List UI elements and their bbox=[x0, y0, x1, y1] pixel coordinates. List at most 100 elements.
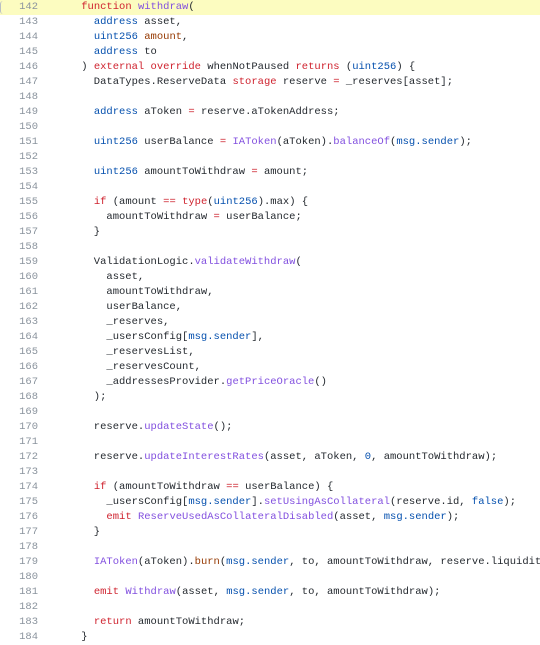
line-content[interactable]: } bbox=[46, 525, 540, 540]
code-line[interactable]: 155 if (amount == type(uint256).max) { bbox=[0, 195, 540, 210]
line-content[interactable] bbox=[46, 405, 540, 420]
code-line[interactable]: 167 _addressesProvider.getPriceOracle() bbox=[0, 375, 540, 390]
line-content[interactable]: _reservesCount, bbox=[46, 360, 540, 375]
line-content[interactable]: amountToWithdraw, bbox=[46, 285, 540, 300]
line-number[interactable]: 154 bbox=[0, 180, 46, 195]
code-line[interactable]: 176 emit ReserveUsedAsCollateralDisabled… bbox=[0, 510, 540, 525]
code-line[interactable]: 148 bbox=[0, 90, 540, 105]
line-content[interactable]: uint256 amount, bbox=[46, 30, 540, 45]
line-number[interactable]: 171 bbox=[0, 435, 46, 450]
code-line[interactable]: 143 address asset, bbox=[0, 15, 540, 30]
line-content[interactable]: emit ReserveUsedAsCollateralDisabled(ass… bbox=[46, 510, 540, 525]
line-content[interactable] bbox=[46, 570, 540, 585]
line-number[interactable]: 151 bbox=[0, 135, 46, 150]
line-number[interactable]: 177 bbox=[0, 525, 46, 540]
code-line[interactable]: 157 } bbox=[0, 225, 540, 240]
line-content[interactable] bbox=[46, 120, 540, 135]
line-number[interactable]: 165 bbox=[0, 345, 46, 360]
code-line[interactable]: 168 ); bbox=[0, 390, 540, 405]
line-content[interactable]: _addressesProvider.getPriceOracle() bbox=[46, 375, 540, 390]
line-content[interactable]: } bbox=[46, 630, 540, 645]
code-line[interactable]: 179 IAToken(aToken).burn(msg.sender, to,… bbox=[0, 555, 540, 570]
line-content[interactable]: if (amount == type(uint256).max) { bbox=[46, 195, 540, 210]
line-number[interactable]: 158 bbox=[0, 240, 46, 255]
line-number[interactable]: 174 bbox=[0, 480, 46, 495]
line-content[interactable] bbox=[46, 90, 540, 105]
line-content[interactable]: DataTypes.ReserveData storage reserve = … bbox=[46, 75, 540, 90]
code-line[interactable]: 177 } bbox=[0, 525, 540, 540]
code-line[interactable]: 158 bbox=[0, 240, 540, 255]
line-content[interactable]: userBalance, bbox=[46, 300, 540, 315]
code-line[interactable]: 164 _usersConfig[msg.sender], bbox=[0, 330, 540, 345]
line-number[interactable]: 143 bbox=[0, 15, 46, 30]
line-content[interactable] bbox=[46, 540, 540, 555]
line-content[interactable]: asset, bbox=[46, 270, 540, 285]
code-line[interactable]: 180 bbox=[0, 570, 540, 585]
line-content[interactable] bbox=[46, 180, 540, 195]
line-number[interactable]: 173 bbox=[0, 465, 46, 480]
line-content[interactable]: address to bbox=[46, 45, 540, 60]
line-content[interactable]: ) external override whenNotPaused return… bbox=[46, 60, 540, 75]
code-line[interactable]: 150 bbox=[0, 120, 540, 135]
line-content[interactable] bbox=[46, 240, 540, 255]
line-content[interactable]: ); bbox=[46, 390, 540, 405]
line-number[interactable]: 153 bbox=[0, 165, 46, 180]
line-content[interactable]: } bbox=[46, 225, 540, 240]
line-content[interactable]: uint256 userBalance = IAToken(aToken).ba… bbox=[46, 135, 540, 150]
code-line[interactable]: 182 bbox=[0, 600, 540, 615]
code-line[interactable]: 178 bbox=[0, 540, 540, 555]
line-number[interactable]: 181 bbox=[0, 585, 46, 600]
line-number[interactable]: 184 bbox=[0, 630, 46, 645]
line-content[interactable] bbox=[46, 465, 540, 480]
code-line[interactable]: 147 DataTypes.ReserveData storage reserv… bbox=[0, 75, 540, 90]
line-number[interactable]: 152 bbox=[0, 150, 46, 165]
code-line[interactable]: 144 uint256 amount, bbox=[0, 30, 540, 45]
line-number[interactable]: 148 bbox=[0, 90, 46, 105]
line-number[interactable]: 159 bbox=[0, 255, 46, 270]
code-line[interactable]: 175 _usersConfig[msg.sender].setUsingAsC… bbox=[0, 495, 540, 510]
line-number[interactable]: 169 bbox=[0, 405, 46, 420]
line-content[interactable] bbox=[46, 600, 540, 615]
code-line[interactable]: 163 _reserves, bbox=[0, 315, 540, 330]
line-content[interactable]: address aToken = reserve.aTokenAddress; bbox=[46, 105, 540, 120]
line-content[interactable]: address asset, bbox=[46, 15, 540, 30]
line-content[interactable]: _reservesList, bbox=[46, 345, 540, 360]
code-line[interactable]: 181 emit Withdraw(asset, msg.sender, to,… bbox=[0, 585, 540, 600]
line-number[interactable]: 166 bbox=[0, 360, 46, 375]
code-line[interactable]: 174 if (amountToWithdraw == userBalance)… bbox=[0, 480, 540, 495]
code-line[interactable]: 160 asset, bbox=[0, 270, 540, 285]
line-number[interactable]: 178 bbox=[0, 540, 46, 555]
line-number[interactable]: 162 bbox=[0, 300, 46, 315]
line-content[interactable]: amountToWithdraw = userBalance; bbox=[46, 210, 540, 225]
code-line[interactable]: 149 address aToken = reserve.aTokenAddre… bbox=[0, 105, 540, 120]
line-number[interactable]: 179 bbox=[0, 555, 46, 570]
line-number[interactable]: 150 bbox=[0, 120, 46, 135]
line-number[interactable]: 170 bbox=[0, 420, 46, 435]
line-content[interactable]: ValidationLogic.validateWithdraw( bbox=[46, 255, 540, 270]
code-line[interactable]: 161 amountToWithdraw, bbox=[0, 285, 540, 300]
code-line[interactable]: 162 userBalance, bbox=[0, 300, 540, 315]
line-content[interactable]: function withdraw( bbox=[46, 0, 540, 15]
line-number[interactable]: 168 bbox=[0, 390, 46, 405]
line-content[interactable]: reserve.updateInterestRates(asset, aToke… bbox=[46, 450, 540, 465]
line-number[interactable]: 146 bbox=[0, 60, 46, 75]
line-content[interactable]: emit Withdraw(asset, msg.sender, to, amo… bbox=[46, 585, 540, 600]
code-line[interactable]: 171 bbox=[0, 435, 540, 450]
code-line[interactable]: 173 bbox=[0, 465, 540, 480]
line-content[interactable] bbox=[46, 435, 540, 450]
code-line[interactable]: 183 return amountToWithdraw; bbox=[0, 615, 540, 630]
line-content[interactable]: reserve.updateState(); bbox=[46, 420, 540, 435]
code-line[interactable]: 145 address to bbox=[0, 45, 540, 60]
line-number[interactable]: 163 bbox=[0, 315, 46, 330]
code-line[interactable]: 165 _reservesList, bbox=[0, 345, 540, 360]
line-number[interactable]: 147 bbox=[0, 75, 46, 90]
line-number[interactable]: 142 bbox=[0, 0, 46, 15]
line-number[interactable]: 172 bbox=[0, 450, 46, 465]
line-number[interactable]: 180 bbox=[0, 570, 46, 585]
code-line[interactable]: 170 reserve.updateState(); bbox=[0, 420, 540, 435]
code-line[interactable]: 159 ValidationLogic.validateWithdraw( bbox=[0, 255, 540, 270]
line-content[interactable]: if (amountToWithdraw == userBalance) { bbox=[46, 480, 540, 495]
line-number[interactable]: 182 bbox=[0, 600, 46, 615]
line-number[interactable]: 156 bbox=[0, 210, 46, 225]
code-line[interactable]: 154 bbox=[0, 180, 540, 195]
